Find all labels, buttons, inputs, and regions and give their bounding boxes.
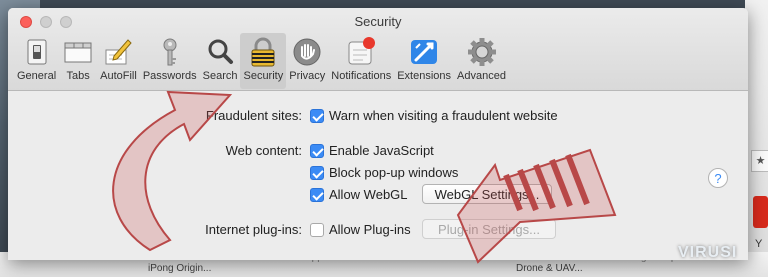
pencil-icon — [105, 39, 133, 65]
tab-label: Notifications — [331, 70, 392, 82]
warn-fraudulent-text: Warn when visiting a fraudulent website — [329, 108, 558, 123]
allow-webgl-text: Allow WebGL — [329, 187, 408, 202]
hand-icon — [293, 38, 321, 66]
block-popups-checkbox[interactable] — [310, 165, 324, 180]
allow-plugins-option[interactable]: Allow Plug-ins — [310, 222, 411, 237]
plugin-settings-button[interactable]: Plug-in Settings... — [422, 219, 556, 239]
tab-notifications[interactable]: Notifications — [328, 33, 394, 89]
tab-autofill[interactable]: AutoFill — [97, 33, 140, 89]
enable-javascript-checkbox[interactable] — [310, 143, 324, 158]
tab-security[interactable]: Security — [240, 33, 287, 89]
background-bookmark-icon: ★ — [751, 150, 768, 172]
webgl-settings-button[interactable]: WebGL Settings... — [422, 184, 552, 204]
preferences-toolbar: General Tabs AutoFill Passwords Search S… — [14, 33, 509, 89]
tab-label: Privacy — [289, 70, 326, 82]
background-item: iPong Origin... — [148, 263, 212, 274]
background-item: Drone & UAV... — [516, 263, 583, 274]
tab-advanced[interactable]: Advanced — [454, 33, 509, 89]
tab-privacy[interactable]: Privacy — [286, 33, 328, 89]
key-icon — [163, 38, 177, 66]
allow-webgl-checkbox[interactable] — [310, 187, 324, 202]
tab-label: AutoFill — [100, 70, 137, 82]
warn-fraudulent-option[interactable]: Warn when visiting a fraudulent website — [310, 108, 558, 123]
extensions-icon — [411, 40, 438, 64]
allow-webgl-option[interactable]: Allow WebGL — [310, 187, 408, 202]
tab-label: Security — [243, 70, 284, 82]
tab-search[interactable]: Search — [200, 33, 241, 89]
block-popups-text: Block pop-up windows — [329, 165, 459, 180]
tab-label: Advanced — [457, 70, 506, 82]
lock-icon — [251, 37, 275, 67]
notifications-icon — [348, 37, 376, 65]
switch-icon — [27, 39, 47, 65]
tab-label: Tabs — [66, 70, 90, 82]
background-browser-edge: ★ Y — [745, 0, 768, 252]
window-title: Security — [354, 14, 402, 29]
fraudulent-sites-label: Fraudulent sites: — [205, 108, 302, 123]
background-red-tile — [753, 196, 768, 228]
block-popups-option[interactable]: Block pop-up windows — [310, 165, 458, 180]
internet-plugins-label: Internet plug-ins: — [205, 222, 302, 237]
web-content-label: Web content: — [225, 143, 302, 158]
allow-plugins-checkbox[interactable] — [310, 222, 324, 237]
tab-extensions[interactable]: Extensions — [394, 33, 454, 89]
warn-fraudulent-checkbox[interactable] — [310, 108, 324, 123]
tab-general[interactable]: General — [14, 33, 59, 89]
watermark-logo: VIRUSI — [678, 244, 738, 261]
tab-label: Passwords — [142, 70, 197, 82]
search-icon — [208, 39, 234, 64]
titlebar: Security General Tabs AutoFill Passwords… — [8, 8, 748, 91]
help-button[interactable]: ? — [708, 168, 728, 188]
tabs-icon — [64, 42, 92, 63]
background-letter: Y — [755, 238, 763, 250]
allow-plugins-text: Allow Plug-ins — [329, 222, 411, 237]
tab-tabs[interactable]: Tabs — [59, 33, 97, 89]
tab-label: Search — [202, 70, 238, 82]
tab-label: Extensions — [397, 70, 452, 82]
security-pane: Fraudulent sites: Warn when visiting a f… — [8, 91, 748, 260]
tab-passwords[interactable]: Passwords — [140, 33, 200, 89]
enable-javascript-text: Enable JavaScript — [329, 143, 434, 158]
enable-javascript-option[interactable]: Enable JavaScript — [310, 143, 434, 158]
tab-label: General — [17, 70, 57, 82]
gear-icon — [467, 38, 496, 66]
safari-preferences-window: Security General Tabs AutoFill Passwords… — [8, 8, 748, 260]
